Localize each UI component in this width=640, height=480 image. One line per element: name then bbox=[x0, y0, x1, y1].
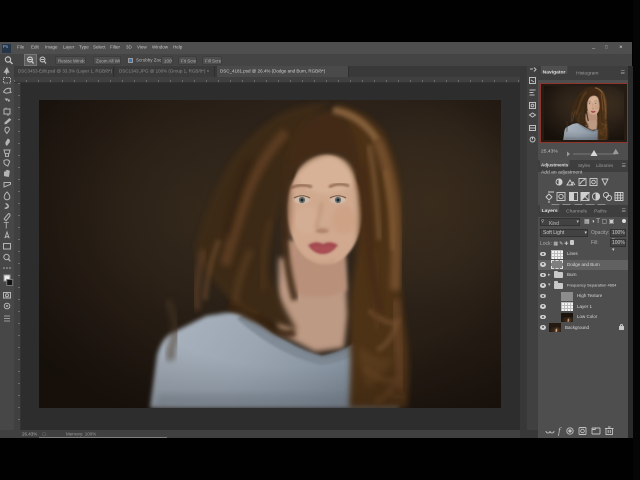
svg-text:T: T bbox=[4, 221, 10, 231]
svg-text:f: f bbox=[558, 426, 562, 436]
